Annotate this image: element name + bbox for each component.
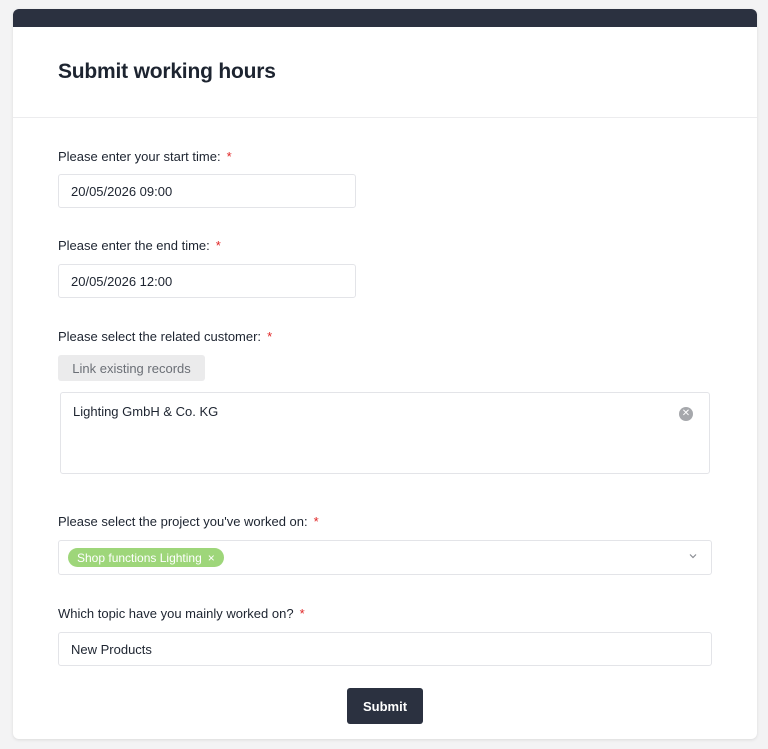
required-marker: * xyxy=(313,514,319,529)
required-marker: * xyxy=(299,606,305,621)
start-time-label-text: Please enter your start time: xyxy=(58,149,221,164)
topic-label: Which topic have you mainly worked on? * xyxy=(58,606,305,621)
form-header: Submit working hours xyxy=(13,27,757,118)
form-card: Submit working hours Please enter your s… xyxy=(13,9,757,739)
link-existing-records-button[interactable]: Link existing records xyxy=(58,355,205,381)
topic-input[interactable]: New Products xyxy=(58,632,712,666)
submit-button[interactable]: Submit xyxy=(347,688,423,724)
required-marker: * xyxy=(226,149,232,164)
start-time-input[interactable]: 20/05/2026 09:00 xyxy=(58,174,356,208)
start-time-label: Please enter your start time: * xyxy=(58,149,232,164)
end-time-value: 20/05/2026 12:00 xyxy=(71,273,173,289)
required-marker: * xyxy=(267,329,273,344)
project-select[interactable]: Shop functions Lighting × xyxy=(58,540,712,575)
customer-label: Please select the related customer: * xyxy=(58,329,272,344)
chevron-down-icon[interactable] xyxy=(689,552,697,560)
start-time-value: 20/05/2026 09:00 xyxy=(71,183,173,199)
topic-label-text: Which topic have you mainly worked on? xyxy=(58,606,294,621)
clear-circle-icon[interactable]: ✕ xyxy=(679,407,693,421)
linked-records-box: Lighting GmbH & Co. KG ✕ xyxy=(60,392,710,474)
required-marker: * xyxy=(215,238,221,253)
project-label: Please select the project you've worked … xyxy=(58,514,319,529)
end-time-input[interactable]: 20/05/2026 12:00 xyxy=(58,264,356,298)
project-tag: Shop functions Lighting × xyxy=(68,548,224,567)
topic-value: New Products xyxy=(71,641,152,657)
project-tag-label: Shop functions Lighting xyxy=(77,550,202,565)
end-time-label-text: Please enter the end time: xyxy=(58,238,210,253)
customer-label-text: Please select the related customer: xyxy=(58,329,262,344)
end-time-label: Please enter the end time: * xyxy=(58,238,221,253)
page-title: Submit working hours xyxy=(58,60,276,83)
tag-remove-icon[interactable]: × xyxy=(208,551,215,565)
top-bar xyxy=(13,9,757,27)
project-label-text: Please select the project you've worked … xyxy=(58,514,308,529)
linked-record-name[interactable]: Lighting GmbH & Co. KG xyxy=(73,404,218,419)
